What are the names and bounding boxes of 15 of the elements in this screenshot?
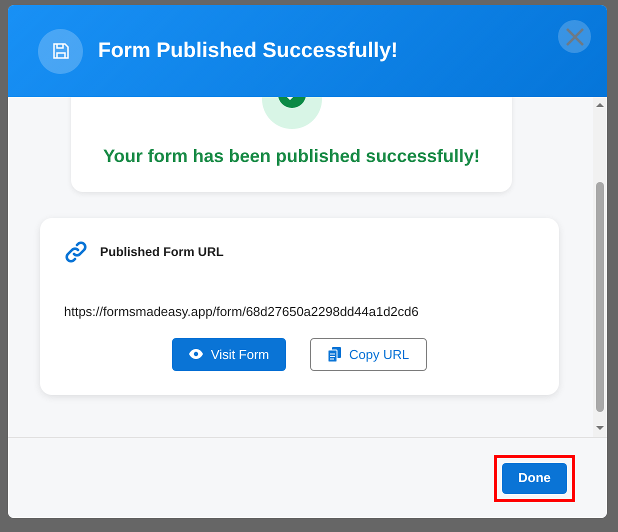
copy-icon [328,346,342,362]
form-url: https://formsmadeasy.app/form/68d27650a2298dd44a1d2cd6 [64,303,420,321]
dialog-title: Form Published Successfully! [98,38,398,64]
save-icon [38,28,83,74]
close-icon [564,26,584,46]
visit-form-button[interactable]: Visit Form [172,338,286,371]
scroll-down-icon[interactable] [596,426,604,430]
done-button[interactable]: Done [502,462,567,494]
link-icon [64,240,88,264]
scroll-up-icon[interactable] [596,103,604,107]
success-message: Your form has been published successfully! [102,145,481,168]
scrollbar[interactable] [593,97,607,437]
copy-url-button[interactable]: Copy URL [310,338,428,371]
card-title: Published Form URL [100,244,224,261]
eye-icon [188,349,203,360]
